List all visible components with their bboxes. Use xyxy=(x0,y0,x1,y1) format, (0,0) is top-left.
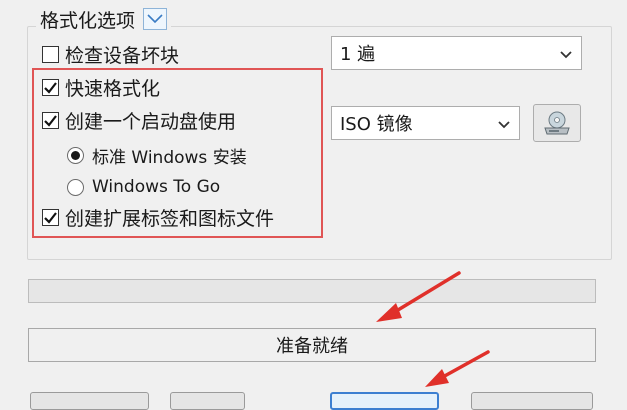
arrow-to-status-icon xyxy=(376,271,461,322)
start-button[interactable] xyxy=(330,392,439,410)
arrow-to-start-button-icon xyxy=(425,350,490,387)
bottom-button-1[interactable] xyxy=(30,392,149,410)
bottom-button-2[interactable] xyxy=(170,392,245,410)
annotation-arrows xyxy=(376,271,490,387)
close-button[interactable] xyxy=(471,392,593,410)
